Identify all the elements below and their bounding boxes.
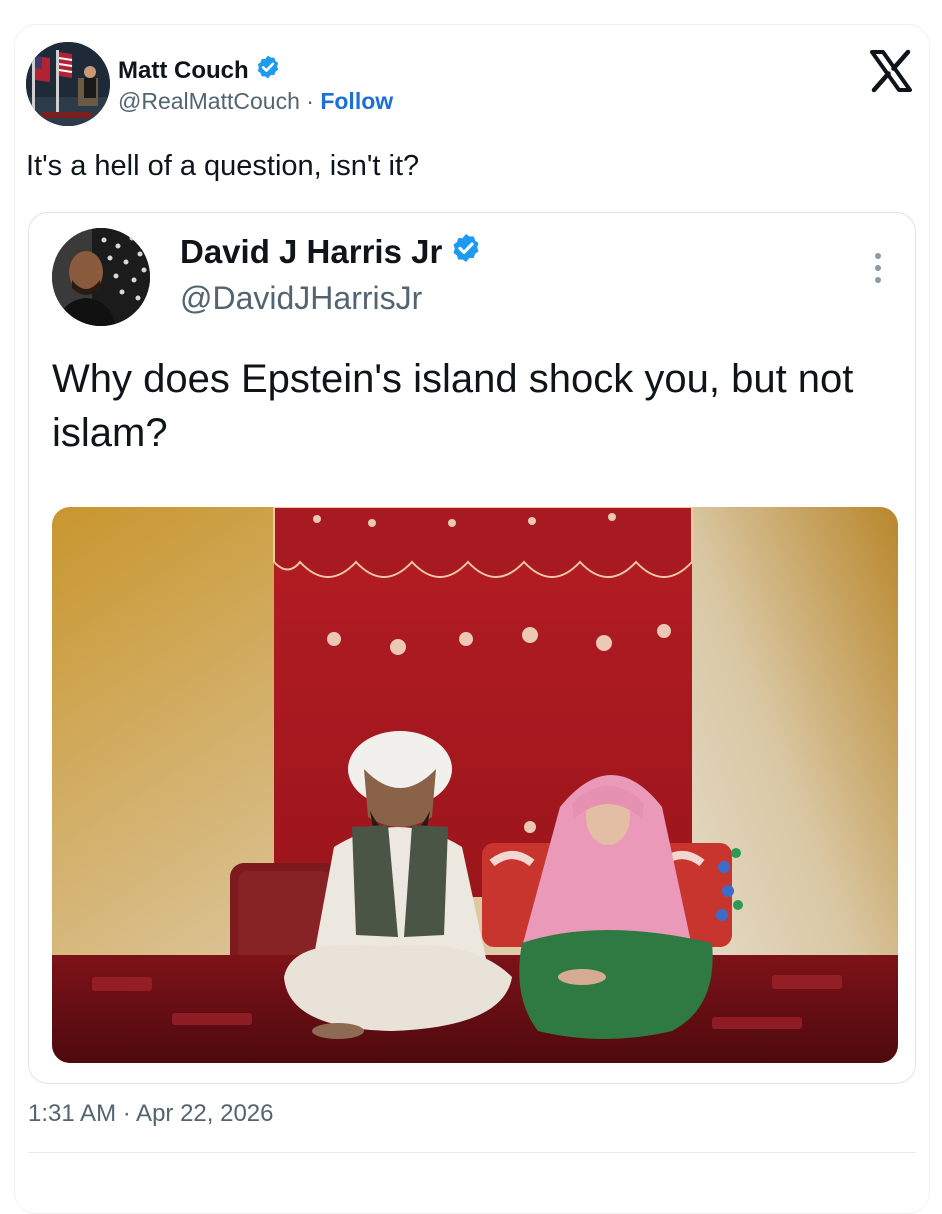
quoted-author-name-row[interactable]: David J Harris Jr [180,232,482,272]
quoted-author-name[interactable]: David J Harris Jr [180,233,442,271]
author-avatar[interactable] [26,42,110,126]
author-handle[interactable]: @RealMattCouch [118,88,300,114]
verified-badge-icon [255,54,281,87]
tweet-text: It's a hell of a question, isn't it? [26,150,420,182]
author-avatar-image [26,42,110,126]
author-name-row[interactable]: Matt Couch [118,54,281,87]
author-name[interactable]: Matt Couch [118,57,249,85]
tweet-card: Matt Couch @RealMattCouch · Follow It's … [0,0,942,1214]
more-options-icon[interactable] [866,248,890,288]
author-handle-row: @RealMattCouch · Follow [118,88,393,115]
quoted-author-avatar[interactable] [52,228,150,326]
quoted-tweet-photo[interactable] [52,507,898,1063]
quoted-avatar-image [52,228,150,326]
bottom-divider [28,1152,916,1153]
quoted-tweet-text: Why does Epstein's island shock you, but… [52,357,854,455]
x-logo-icon[interactable] [866,46,916,96]
follow-link[interactable]: Follow [320,88,393,114]
photo-image [52,507,898,1063]
quoted-author-handle[interactable]: @DavidJHarrisJr [180,280,422,317]
handle-separator: · [299,88,321,114]
quoted-verified-badge-icon [450,232,482,272]
tweet-timestamp[interactable]: 1:31 AM · Apr 22, 2026 [28,1100,274,1128]
